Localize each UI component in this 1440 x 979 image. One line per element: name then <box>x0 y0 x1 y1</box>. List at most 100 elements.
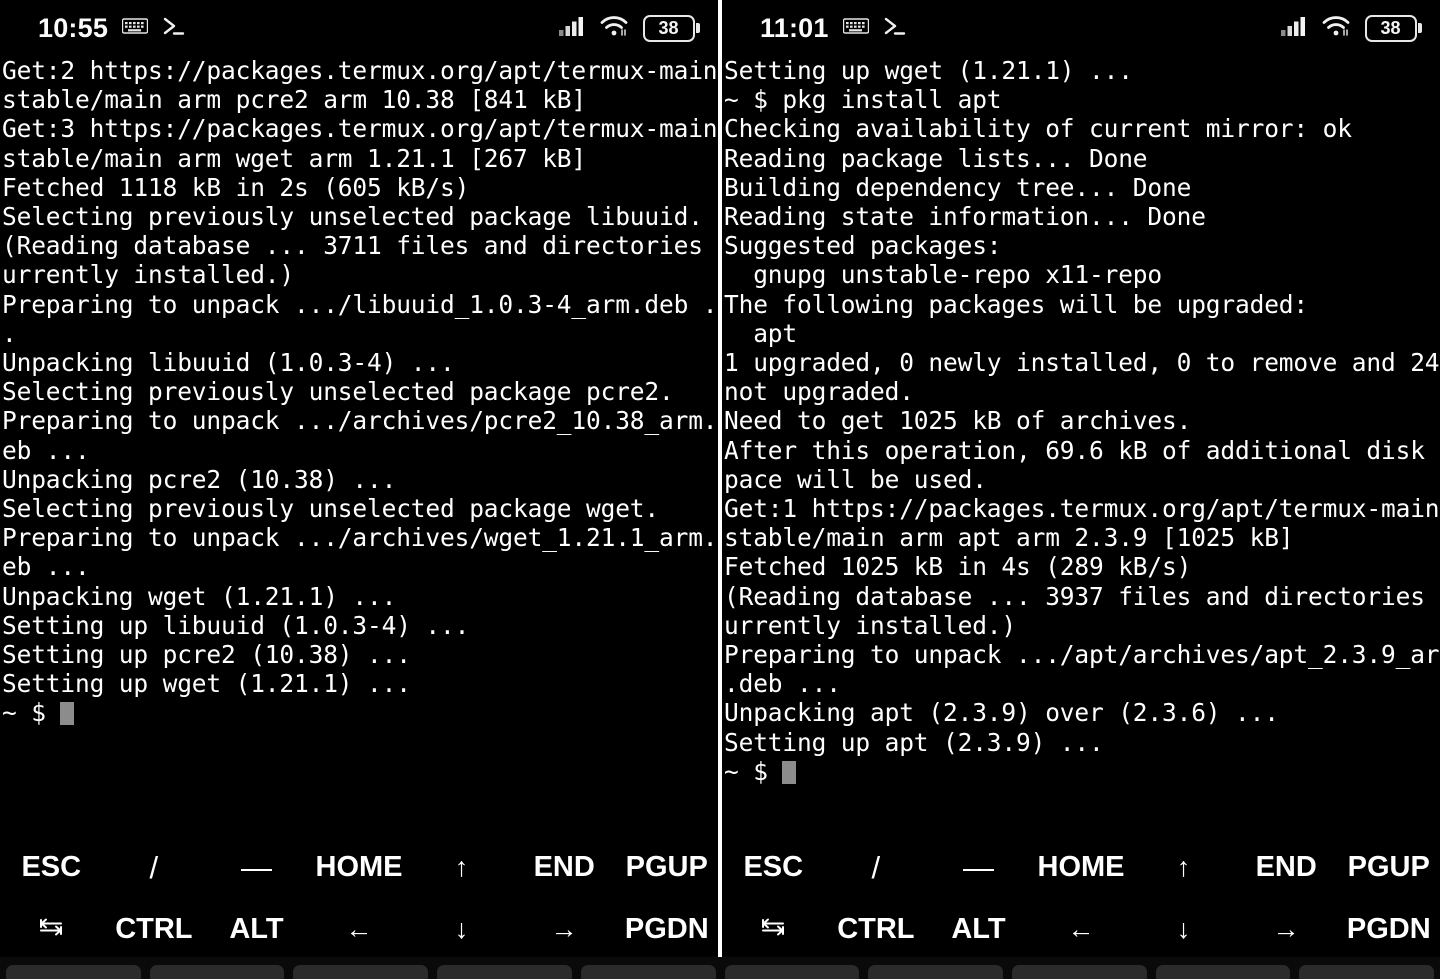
key-tab[interactable] <box>0 899 103 961</box>
key-arrow-up[interactable]: ↑ <box>410 837 513 899</box>
terminal-line: Setting up pcre2 (10.38) ... <box>2 640 411 670</box>
terminal-line: Unpacking pcre2 (10.38) ... <box>2 464 397 494</box>
key-end[interactable]: END <box>1235 837 1338 899</box>
terminal-line: Unpacking wget (1.21.1) ... <box>2 581 397 611</box>
shell-prompt: ~ $ <box>2 698 61 728</box>
terminal-line: Setting up libuuid (1.0.3-4) ... <box>2 610 470 640</box>
key-arrow-down[interactable]: ↓ <box>1132 899 1235 961</box>
keyboard-icon <box>121 17 149 39</box>
terminal-output-right[interactable]: Setting up wget (1.21.1) ... ~ $ pkg inst… <box>722 56 1440 824</box>
status-bar-left-group-2: 11:01 <box>760 13 907 44</box>
key-pgup[interactable]: PGUP <box>615 837 718 899</box>
terminal-panel-left: 10:55 38 Get:2 https://packages.termux.o… <box>0 0 718 979</box>
key-arrow-down[interactable]: ↓ <box>410 899 513 961</box>
terminal-line: urrently installed.) <box>2 260 295 290</box>
terminal-line: Get:2 https://packages.termux.org/apt/te… <box>2 56 718 85</box>
terminal-line: Fetched 1118 kB in 2s (605 kB/s) <box>2 172 470 202</box>
soft-keyboard-strip[interactable] <box>0 957 1440 979</box>
status-bar-left: 10:55 38 <box>0 0 718 56</box>
key-arrow-right[interactable]: → <box>513 899 616 961</box>
key-ctrl[interactable]: CTRL <box>103 899 206 961</box>
terminal-line: not upgraded. <box>724 377 914 407</box>
terminal-line: stable/main arm pcre2 arm 10.38 [841 kB] <box>2 85 587 115</box>
soft-keyboard-key[interactable] <box>437 965 572 979</box>
terminal-line: apt <box>724 318 798 348</box>
cellular-signal-icon <box>1280 16 1307 40</box>
extra-keys-row-left: ESC / — HOME ↑ END PGUP CTRL ALT ← ↓ → PGDN <box>0 824 718 979</box>
key-esc[interactable]: ESC <box>0 837 103 899</box>
key-home[interactable]: HOME <box>308 837 411 899</box>
key-alt[interactable]: ALT <box>205 899 308 961</box>
soft-keyboard-key[interactable] <box>1011 965 1147 979</box>
key-esc[interactable]: ESC <box>722 837 825 899</box>
key-arrow-left[interactable]: ← <box>1030 899 1133 961</box>
key-tab[interactable] <box>722 899 825 961</box>
key-dash[interactable]: — <box>927 837 1030 899</box>
battery-icon: 38 <box>642 14 700 42</box>
terminal-line: Setting up wget (1.21.1) ... <box>724 56 1133 85</box>
soft-keyboard-key[interactable] <box>149 965 285 979</box>
terminal-prompt-line[interactable]: ~ $ <box>724 757 1440 786</box>
text-cursor <box>60 702 75 726</box>
status-bar-left-group: 10:55 <box>38 13 186 44</box>
battery-level: 38 <box>1380 18 1401 38</box>
soft-keyboard-key[interactable] <box>1155 965 1291 979</box>
terminal-line: Checking availability of current mirror:… <box>724 114 1352 144</box>
status-bar-right-group-2: 38 <box>1280 14 1422 42</box>
terminal-line: eb ... <box>2 552 90 582</box>
key-slash[interactable]: / <box>825 837 928 899</box>
key-pgdn[interactable]: PGDN <box>1337 899 1440 961</box>
terminal-line: Setting up wget (1.21.1) ... <box>2 669 411 699</box>
text-cursor <box>782 760 797 784</box>
key-alt[interactable]: ALT <box>927 899 1030 961</box>
terminal-line: Need to get 1025 kB of archives. <box>724 406 1192 436</box>
key-slash[interactable]: / <box>103 837 206 899</box>
key-arrow-up[interactable]: ↑ <box>1132 837 1235 899</box>
soft-keyboard-key[interactable] <box>580 965 716 979</box>
terminal-prompt-line[interactable]: ~ $ <box>2 698 718 727</box>
terminal-line: Preparing to unpack .../apt/archives/apt… <box>724 640 1440 670</box>
terminal-line: 1 upgraded, 0 newly installed, 0 to remo… <box>724 348 1440 378</box>
key-dash[interactable]: — <box>205 837 308 899</box>
terminal-line: Setting up apt (2.3.9) ... <box>724 727 1104 757</box>
terminal-panel-right: 11:01 38 Setting up wget (1.21.1) ... ~ … <box>722 0 1440 979</box>
terminal-output-left[interactable]: Get:2 https://packages.termux.org/apt/te… <box>0 56 718 824</box>
soft-keyboard-key[interactable] <box>868 965 1003 979</box>
soft-keyboard-key[interactable] <box>293 965 429 979</box>
soft-keyboard-key[interactable] <box>6 965 141 979</box>
terminal-line: . <box>2 318 17 348</box>
terminal-line: .deb ... <box>724 669 841 699</box>
terminal-line: Building dependency tree... Done <box>724 172 1192 202</box>
terminal-line: Selecting previously unselected package … <box>2 494 660 524</box>
wifi-icon <box>1322 15 1350 41</box>
terminal-line: stable/main arm wget arm 1.21.1 [267 kB] <box>2 143 587 173</box>
shell-prompt: ~ $ <box>724 756 783 786</box>
key-ctrl[interactable]: CTRL <box>825 899 928 961</box>
terminal-line: The following packages will be upgraded: <box>724 289 1309 319</box>
terminal-line: Selecting previously unselected package … <box>2 202 703 232</box>
soft-keyboard-key[interactable] <box>1299 965 1435 979</box>
soft-keyboard-key[interactable] <box>724 965 860 979</box>
terminal-line: Preparing to unpack .../archives/pcre2_1… <box>2 406 718 436</box>
key-pgdn[interactable]: PGDN <box>615 899 718 961</box>
termux-prompt-icon <box>883 15 907 41</box>
tab-icon <box>36 915 66 945</box>
terminal-line: Selecting previously unselected package … <box>2 377 674 407</box>
key-pgup[interactable]: PGUP <box>1337 837 1440 899</box>
battery-shell: 38 <box>642 14 695 42</box>
cellular-signal-icon <box>558 16 585 40</box>
terminal-line: Preparing to unpack .../archives/wget_1.… <box>2 523 718 553</box>
extra-keys-row1-right: ESC / — HOME ↑ END PGUP <box>722 837 1440 899</box>
status-clock: 11:01 <box>760 12 829 43</box>
key-arrow-right[interactable]: → <box>1235 899 1338 961</box>
terminal-line: ~ $ pkg install apt <box>724 85 1002 115</box>
terminal-line: gnupg unstable-repo x11-repo <box>724 260 1163 290</box>
extra-keys-row1-left: ESC / — HOME ↑ END PGUP <box>0 837 718 899</box>
key-end[interactable]: END <box>513 837 616 899</box>
status-bar-right-group: 38 <box>558 14 700 42</box>
terminal-line: Reading package lists... Done <box>724 143 1148 173</box>
terminal-line: urrently installed.) <box>724 610 1017 640</box>
terminal-line: (Reading database ... 3711 files and dir… <box>2 231 718 261</box>
key-home[interactable]: HOME <box>1030 837 1133 899</box>
key-arrow-left[interactable]: ← <box>308 899 411 961</box>
